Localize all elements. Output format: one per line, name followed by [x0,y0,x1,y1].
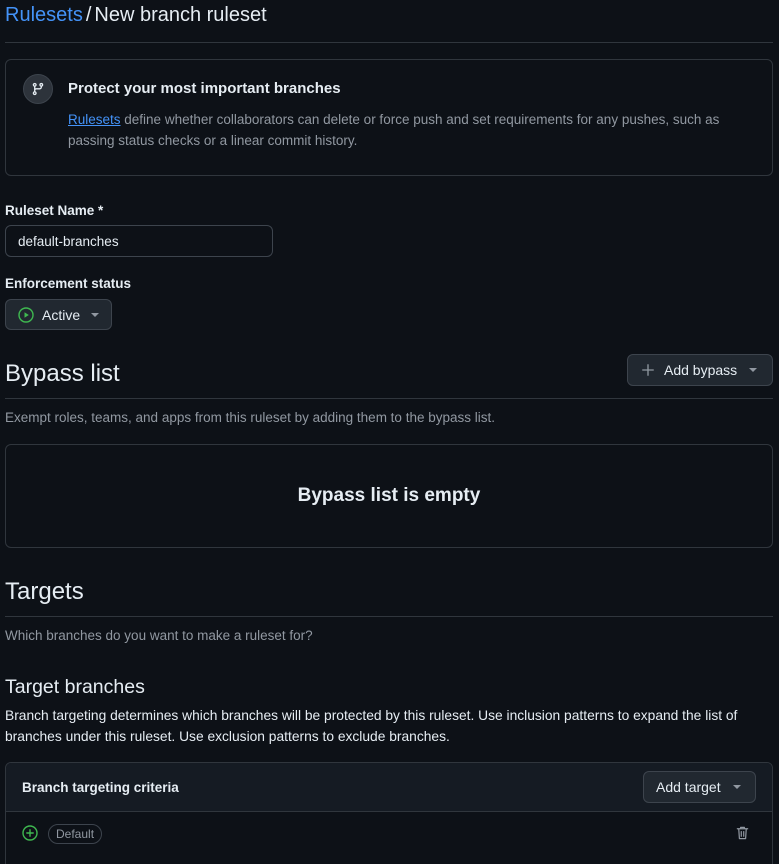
plus-circle-icon [22,825,38,841]
chevron-down-icon [91,312,100,317]
add-bypass-button[interactable]: Add bypass [627,354,773,386]
add-target-label: Add target [656,779,721,795]
breadcrumb: Rulesets / New branch ruleset [5,3,267,27]
enforcement-status-label: Enforcement status [5,276,132,291]
bypass-description: Exempt roles, teams, and apps from this … [5,410,495,425]
rulesets-doc-link[interactable]: Rulesets [68,112,121,127]
targets-divider [5,616,773,617]
branch-targeting-criteria: Branch targeting criteria Add target Def… [5,762,773,864]
banner-title: Protect your most important branches [68,80,341,97]
default-badge: Default [48,824,103,844]
banner-description-text: define whether collaborators can delete … [68,112,720,148]
target-branches-description: Branch targeting determines which branch… [5,708,738,744]
bypass-divider [5,398,773,399]
ruleset-name-input[interactable] [5,225,273,257]
enforcement-status-dropdown[interactable]: Active [5,299,112,330]
targets-description: Which branches do you want to make a rul… [5,628,313,643]
header-divider [5,42,773,43]
breadcrumb-rulesets-link[interactable]: Rulesets [5,4,83,26]
targets-title: Targets [5,578,84,605]
info-banner: Protect your most important branches Rul… [5,59,773,176]
git-branch-icon [23,74,53,104]
bypass-empty-text: Bypass list is empty [297,485,481,506]
enforcement-status-value: Active [42,306,81,323]
target-branches-title: Target branches [5,676,145,698]
criteria-row: Default [6,812,772,856]
banner-description: Rulesets define whether collaborators ca… [68,109,758,151]
page-title: New branch ruleset [94,4,267,26]
add-target-button[interactable]: Add target [643,771,756,803]
play-circle-icon [18,306,34,323]
criteria-header: Branch targeting criteria Add target [6,763,772,812]
trash-icon[interactable] [735,825,750,841]
chevron-down-icon [732,785,741,789]
breadcrumb-separator: / [85,4,92,26]
criteria-title: Branch targeting criteria [22,780,179,795]
add-bypass-label: Add bypass [664,362,738,378]
bypass-list-title: Bypass list [5,360,120,387]
chevron-down-icon [749,368,758,372]
bypass-empty-state: Bypass list is empty [5,444,773,548]
ruleset-name-label: Ruleset Name * [5,203,104,218]
plus-icon [641,363,655,377]
